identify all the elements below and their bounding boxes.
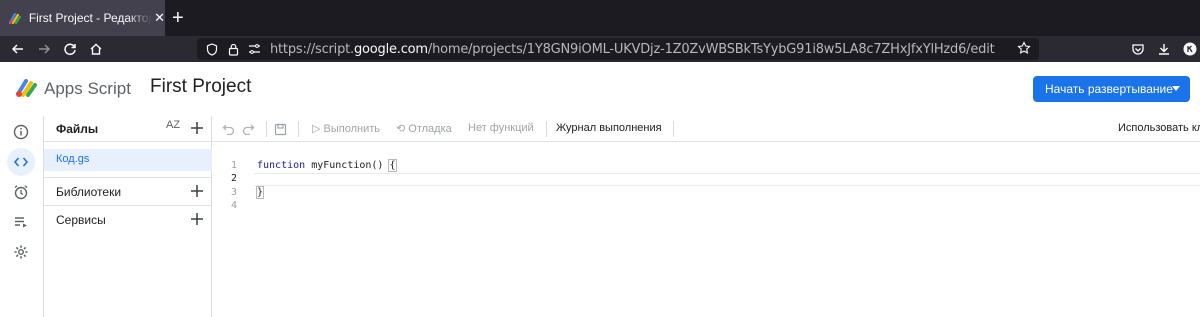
libraries-label: Библиотеки bbox=[56, 185, 122, 199]
file-item[interactable]: Код.gs bbox=[44, 149, 212, 171]
chevron-down-icon bbox=[1172, 86, 1180, 91]
save-icon[interactable] bbox=[272, 121, 288, 137]
browser-nav-bar: https://script.google.com/home/projects/… bbox=[0, 36, 1200, 62]
files-title: Файлы bbox=[56, 122, 99, 136]
apps-script-favicon-icon bbox=[8, 12, 22, 25]
execution-log-button[interactable]: Журнал выполнения bbox=[556, 122, 662, 134]
close-tab-icon[interactable]: ✕ bbox=[154, 10, 165, 26]
shield-icon[interactable] bbox=[203, 40, 221, 58]
apps-script-logo-icon[interactable] bbox=[15, 78, 39, 98]
downloads-icon[interactable] bbox=[1154, 39, 1174, 59]
files-panel: Файлы AZ Код.gs Библиотеки Сервисы bbox=[44, 116, 212, 317]
code-line: } bbox=[255, 186, 265, 199]
files-header: Файлы AZ bbox=[44, 116, 212, 142]
line-number: 4 bbox=[230, 200, 237, 211]
deploy-button[interactable]: Начать развертывание bbox=[1033, 76, 1190, 102]
triggers-alarm-icon[interactable] bbox=[7, 178, 35, 206]
new-tab-icon[interactable]: + bbox=[172, 8, 184, 28]
services-label: Сервисы bbox=[56, 213, 106, 227]
run-button[interactable]: ▷ Выполнить bbox=[312, 122, 380, 135]
line-number: 1 bbox=[230, 160, 237, 171]
add-file-icon[interactable] bbox=[190, 121, 204, 135]
forward-arrow-icon[interactable] bbox=[34, 39, 54, 59]
debug-button[interactable]: ⟲ Отладка bbox=[396, 122, 452, 135]
reload-icon[interactable] bbox=[60, 39, 80, 59]
browser-tab[interactable]: First Project - Редактор п ✕ bbox=[0, 0, 165, 36]
overview-info-icon[interactable] bbox=[7, 118, 35, 146]
browser-tab-bar: First Project - Редактор п ✕ + bbox=[0, 0, 1200, 36]
tab-title: First Project - Редактор п bbox=[28, 11, 153, 25]
editor-code-icon[interactable] bbox=[7, 148, 35, 176]
address-bar[interactable]: https://script.google.com/home/projects/… bbox=[197, 38, 1039, 60]
undo-icon[interactable] bbox=[220, 121, 236, 137]
debug-label: Отладка bbox=[408, 123, 452, 135]
services-section[interactable]: Сервисы bbox=[44, 205, 212, 233]
apps-script-header: Apps Script First Project Начать разверт… bbox=[0, 62, 1200, 116]
sort-az-icon[interactable]: AZ bbox=[166, 119, 180, 131]
app-name[interactable]: Apps Script bbox=[44, 79, 131, 99]
pocket-icon[interactable] bbox=[1128, 39, 1148, 59]
toolbar-divider bbox=[266, 121, 267, 137]
executions-list-icon[interactable] bbox=[7, 208, 35, 236]
site-permissions-icon[interactable] bbox=[245, 40, 263, 58]
home-icon[interactable] bbox=[86, 39, 106, 59]
toolbar-divider bbox=[673, 121, 674, 137]
function-select[interactable]: Нет функций bbox=[468, 122, 534, 134]
deploy-button-label: Начать развертывание bbox=[1045, 82, 1173, 96]
line-number: 2 bbox=[230, 173, 237, 184]
toolbar-divider bbox=[546, 121, 547, 137]
url-text: https://script.google.com/home/projects/… bbox=[270, 41, 995, 57]
lock-icon[interactable] bbox=[224, 40, 242, 58]
use-keyboard-button[interactable]: Использовать кл bbox=[1118, 122, 1200, 134]
add-library-icon[interactable] bbox=[190, 184, 204, 198]
toolbar-divider bbox=[298, 121, 299, 137]
code-line: function myFunction() { bbox=[257, 159, 397, 172]
redo-icon[interactable] bbox=[240, 121, 256, 137]
account-icon[interactable] bbox=[1180, 39, 1200, 59]
line-number: 3 bbox=[230, 187, 237, 198]
file-name: Код.gs bbox=[56, 153, 90, 165]
current-line-highlight bbox=[254, 173, 1200, 186]
back-arrow-icon[interactable] bbox=[8, 39, 28, 59]
bookmark-star-icon[interactable] bbox=[1017, 41, 1031, 60]
libraries-section[interactable]: Библиотеки bbox=[44, 177, 212, 205]
editor-toolbar: ▷ Выполнить ⟲ Отладка Нет функций Журнал… bbox=[212, 116, 1200, 142]
project-title[interactable]: First Project bbox=[150, 76, 251, 98]
settings-gear-icon[interactable] bbox=[7, 238, 35, 266]
add-service-icon[interactable] bbox=[190, 212, 204, 226]
left-navigation-rail bbox=[0, 116, 44, 317]
code-editor[interactable]: 1 2 3 4 function myFunction() { } bbox=[212, 142, 1200, 317]
run-label: Выполнить bbox=[323, 123, 380, 135]
